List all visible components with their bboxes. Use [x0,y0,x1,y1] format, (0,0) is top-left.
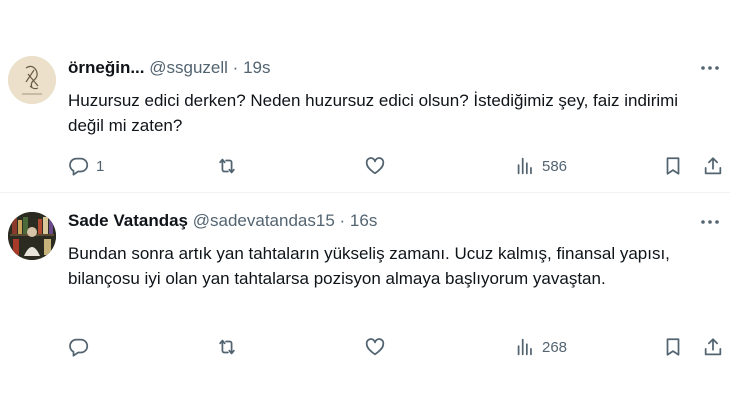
avatar[interactable] [8,56,56,104]
bookmark-icon [666,338,680,356]
more-dots-icon [701,220,719,224]
views-button[interactable]: 268 [514,331,567,363]
timestamp[interactable]: 19s [243,58,270,77]
heart-icon [365,157,385,175]
views-button[interactable]: 586 [514,150,567,182]
tweet-text: Huzursuz edici derken? Neden huzursuz ed… [68,91,679,135]
display-name[interactable]: Sade Vatandaş [68,211,188,230]
more-options-button[interactable] [698,58,722,78]
more-dots-icon [701,66,719,70]
display-name[interactable]: örneğin... [68,58,145,77]
reply-count: 1 [96,157,105,175]
tweet-actions: 1 586 [60,150,730,182]
retweet-icon [219,339,235,355]
bookshelf-avatar-icon [8,212,56,260]
separator: · [232,58,239,77]
reply-button[interactable]: 1 [68,150,104,182]
share-button[interactable] [702,331,724,363]
views-chart-icon [517,338,532,356]
bookmark-button[interactable] [662,150,684,182]
share-icon [704,157,722,175]
more-options-button[interactable] [698,212,722,232]
tweet-2[interactable]: Sade Vatandaş @sadevatandas15 · 16s Bund… [0,193,730,420]
bookmark-icon [666,157,680,175]
separator: · [339,211,346,230]
like-button[interactable] [364,150,386,182]
handle[interactable]: @sadevatandas15 [193,211,335,230]
bookmark-button[interactable] [662,331,684,363]
views-count: 268 [542,338,568,356]
tweet-text: Bundan sonra artık yan tahtaların yüksel… [68,244,670,288]
share-button[interactable] [702,150,724,182]
like-button[interactable] [364,331,386,363]
tweet-header: örneğin... @ssguzell · 19s [68,56,270,80]
heart-icon [365,338,385,356]
sketch-avatar-icon [8,56,56,104]
retweet-button[interactable] [216,150,238,182]
tweet-header: Sade Vatandaş @sadevatandas15 · 16s [68,209,377,233]
retweet-icon [219,158,235,174]
avatar[interactable] [8,212,56,260]
reply-icon [69,157,89,176]
timestamp[interactable]: 16s [350,211,377,230]
handle[interactable]: @ssguzell [149,58,228,77]
reply-button[interactable] [68,331,96,363]
reply-icon [69,338,89,357]
views-count: 586 [542,157,568,175]
retweet-button[interactable] [216,331,238,363]
tweet-actions: 268 [60,331,730,363]
tweet-1[interactable]: örneğin... @ssguzell · 19s Huzursuz edic… [0,0,730,192]
share-icon [704,338,722,356]
views-chart-icon [517,157,532,175]
